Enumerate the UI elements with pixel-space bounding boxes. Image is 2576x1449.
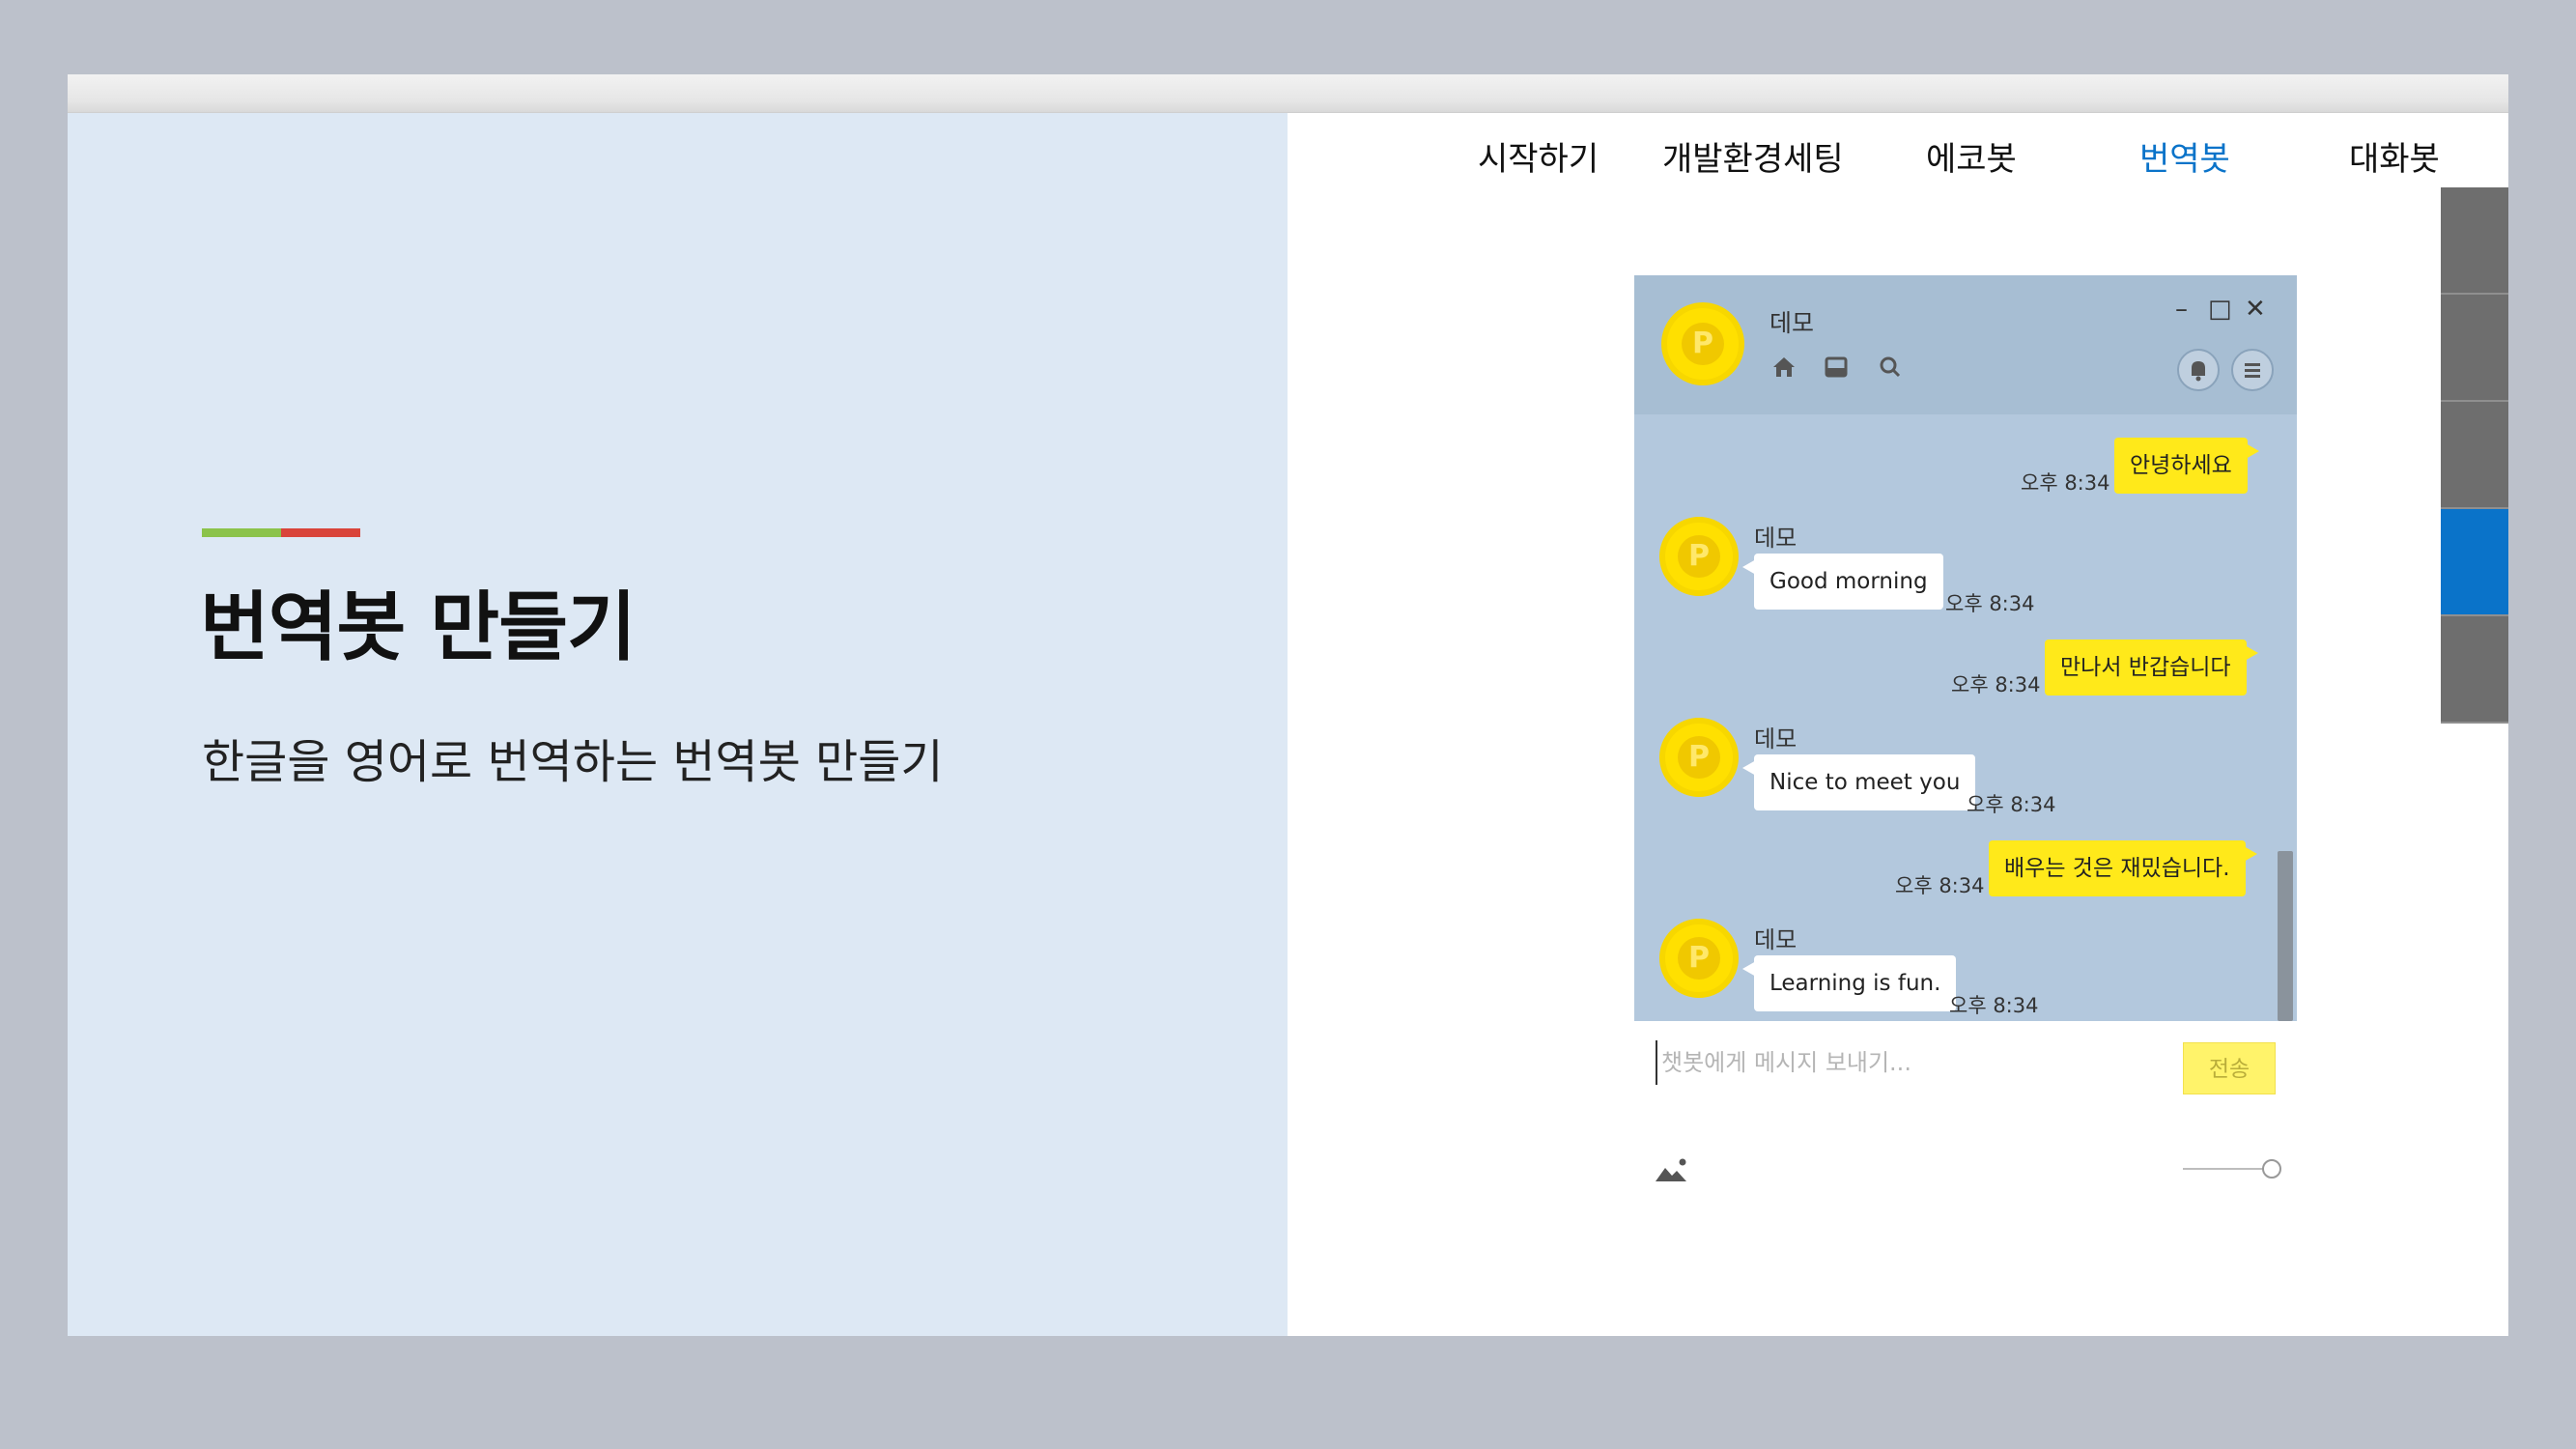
user-message-bubble: 배우는 것은 재밌습니다. bbox=[1989, 840, 2257, 896]
left-panel: 번역봇 만들기 한글을 영어로 번역하는 번역봇 만들기 bbox=[68, 113, 1288, 1336]
side-rail bbox=[2441, 187, 2508, 724]
search-icon[interactable] bbox=[1876, 353, 1905, 382]
message-time: 오후 8:34 bbox=[1945, 592, 2035, 615]
chat-messages[interactable]: 오후 8:34 안녕하세요 데모 Good morning 오후 8:34 오후… bbox=[1634, 414, 2297, 1021]
image-icon[interactable] bbox=[1654, 1156, 1688, 1189]
user-message-bubble: 만나서 반갑습니다 bbox=[2045, 639, 2258, 696]
message-time: 오후 8:34 bbox=[1949, 994, 2039, 1017]
nav-item-dev-setup[interactable]: 개발환경세팅 bbox=[1662, 132, 1844, 180]
minimize-icon[interactable]: – bbox=[2175, 295, 2188, 324]
page-subtitle: 한글을 영어로 번역하는 번역봇 만들기 bbox=[202, 735, 944, 789]
nav-item-echo-bot[interactable]: 에코봇 bbox=[1926, 132, 2017, 180]
chat-title: 데모 bbox=[1769, 309, 1815, 337]
bot-name: 데모 bbox=[1754, 725, 1798, 753]
message-time: 오후 8:34 bbox=[1967, 793, 2056, 816]
inbox-icon[interactable] bbox=[1822, 353, 1851, 382]
slide-top-bar bbox=[68, 74, 2508, 113]
slider-knob[interactable] bbox=[2262, 1159, 2281, 1179]
home-icon[interactable] bbox=[1769, 353, 1798, 382]
rail-tab-3[interactable] bbox=[2441, 402, 2508, 509]
bot-message-bubble: Good morning bbox=[1742, 554, 1943, 610]
accent-bar bbox=[202, 528, 360, 537]
nav-item-chat-bot[interactable]: 대화봇 bbox=[2349, 132, 2440, 180]
bot-name: 데모 bbox=[1754, 926, 1798, 953]
page-title: 번역봇 만들기 bbox=[200, 584, 637, 671]
user-message-bubble: 안녕하세요 bbox=[2114, 438, 2259, 494]
rail-tab-5[interactable] bbox=[2441, 616, 2508, 724]
bot-avatar bbox=[1659, 517, 1739, 596]
nav-item-start[interactable]: 시작하기 bbox=[1478, 132, 1599, 180]
chat-window: 데모 – □ ✕ 오후 bbox=[1634, 275, 2297, 1251]
chat-scrollbar[interactable] bbox=[2278, 851, 2293, 1021]
message-time: 오후 8:34 bbox=[1895, 874, 1985, 897]
bot-message-bubble: Nice to meet you bbox=[1741, 754, 1976, 810]
slide: 번역봇 만들기 한글을 영어로 번역하는 번역봇 만들기 시작하기 개발환경세팅… bbox=[68, 74, 2508, 1336]
nav-item-translate-bot[interactable]: 번역봇 bbox=[2139, 132, 2230, 180]
rail-tab-2[interactable] bbox=[2441, 295, 2508, 402]
bot-avatar bbox=[1659, 718, 1739, 797]
maximize-icon[interactable]: □ bbox=[2208, 295, 2232, 324]
bot-avatar bbox=[1659, 919, 1739, 998]
message-time: 오후 8:34 bbox=[1951, 673, 2041, 696]
send-button[interactable]: 전송 bbox=[2183, 1042, 2276, 1094]
bot-name: 데모 bbox=[1754, 525, 1798, 552]
chat-avatar bbox=[1661, 302, 1744, 385]
rail-tab-4-active[interactable] bbox=[2441, 509, 2508, 616]
bot-message-bubble: Learning is fun. bbox=[1741, 955, 1957, 1011]
chat-input-area: 전송 bbox=[1634, 1021, 2297, 1251]
top-nav: 시작하기 개발환경세팅 에코봇 번역봇 대화봇 bbox=[68, 132, 2508, 200]
chat-message-input[interactable] bbox=[1656, 1040, 2158, 1085]
message-time: 오후 8:34 bbox=[2021, 471, 2110, 495]
bell-icon[interactable] bbox=[2177, 349, 2220, 391]
close-icon[interactable]: ✕ bbox=[2245, 295, 2266, 324]
rail-tab-1[interactable] bbox=[2441, 187, 2508, 295]
chat-header: 데모 – □ ✕ bbox=[1634, 275, 2297, 414]
volume-slider[interactable] bbox=[2183, 1159, 2281, 1179]
menu-icon[interactable] bbox=[2231, 349, 2274, 391]
